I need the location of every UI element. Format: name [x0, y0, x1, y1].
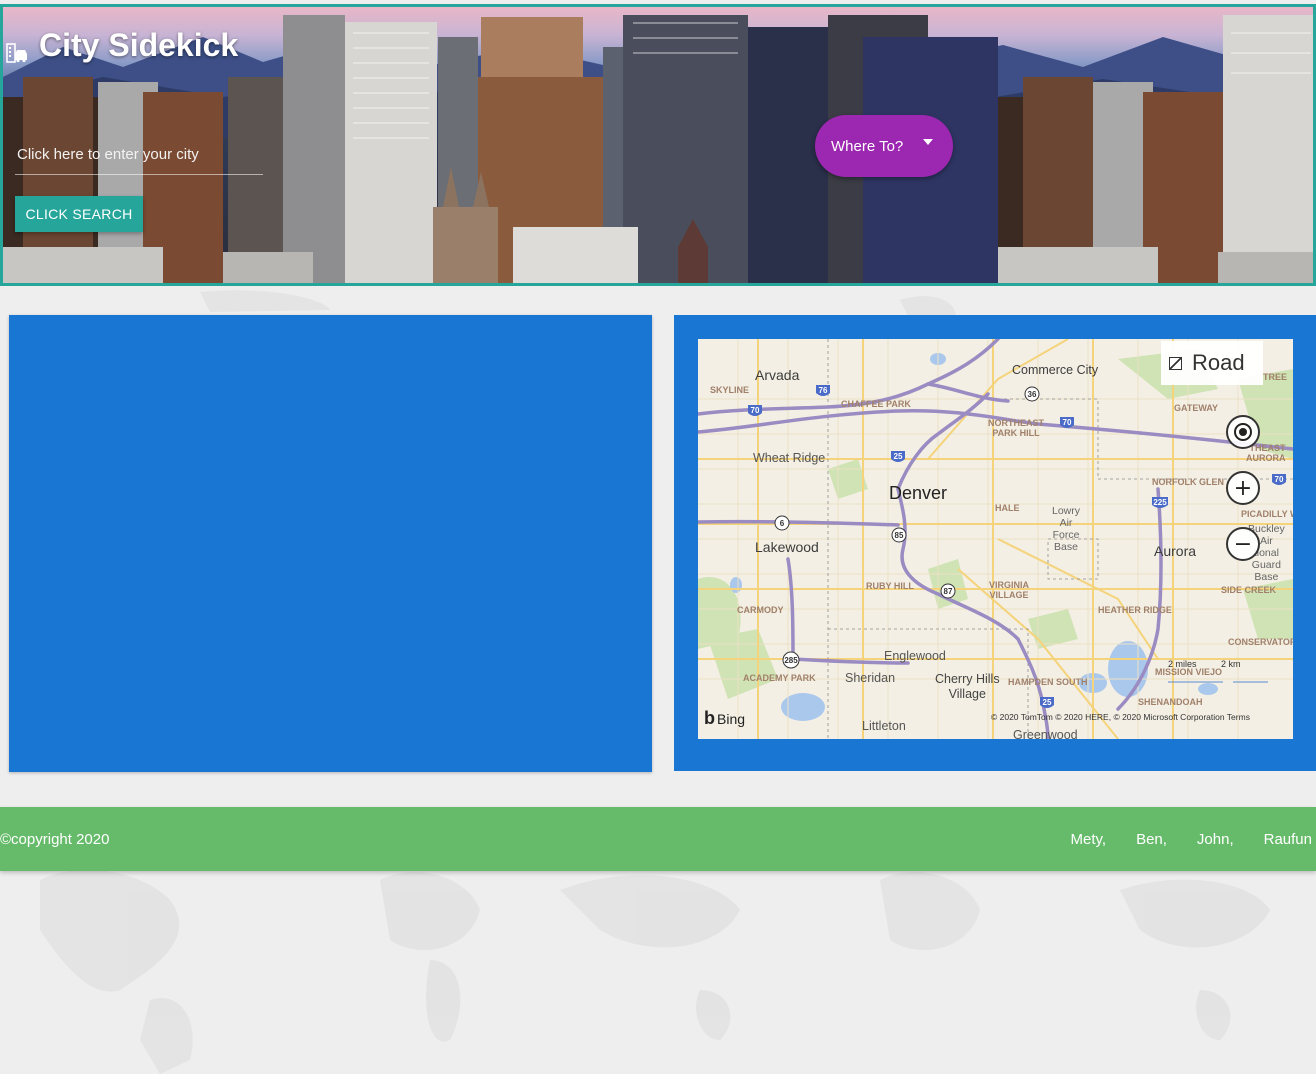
footer: ©copyright 2020 Mety, Ben, John, Raufun: [0, 807, 1316, 871]
zoom-out-icon: −: [1233, 531, 1253, 557]
svg-text:225: 225: [1153, 498, 1167, 507]
map-label-picadilly: PICADILLY W: [1241, 509, 1293, 519]
map-label-skyline: SKYLINE: [710, 385, 750, 395]
svg-text:36: 36: [1028, 390, 1037, 399]
map-label-gateway: GATEWAY: [1174, 403, 1219, 413]
scale-miles: 2 miles: [1168, 659, 1197, 669]
map-style-label: Road: [1192, 350, 1245, 375]
map-label-denver: Denver: [889, 483, 948, 503]
svg-text:76: 76: [819, 386, 828, 395]
map-label-lowry: Lowry Air Force Base: [1052, 505, 1081, 553]
svg-text:25: 25: [1043, 698, 1052, 707]
map-label-lakewood: Lakewood: [755, 539, 819, 555]
bing-label: Bing: [717, 710, 746, 727]
caret-down-icon: [923, 139, 934, 145]
map-label-englewood: Englewood: [884, 649, 946, 663]
map-style-icon: [1169, 356, 1182, 370]
map-label-carmody: CARMODY: [737, 605, 784, 615]
svg-text:70: 70: [751, 406, 760, 415]
map-label-hampden-south: HAMPDEN SOUTH: [1008, 677, 1088, 687]
map-label-shenandoah: SHENANDOAH: [1138, 697, 1203, 707]
car-building-icon: [5, 35, 29, 63]
map-label-sheridan: Sheridan: [845, 671, 896, 685]
zoom-out-button[interactable]: −: [1226, 527, 1260, 561]
map-label-littleton: Littleton: [862, 719, 906, 733]
map-label-academy-park: ACADEMY PARK: [743, 673, 816, 683]
map-label-virginia-village: VIRGINIA VILLAGE: [989, 580, 1030, 600]
brand[interactable]: City Sidekick: [5, 27, 238, 64]
author-links: Mety, Ben, John, Raufun: [1071, 831, 1316, 848]
svg-text:285: 285: [784, 656, 798, 665]
map-label-heather-ridge: HEATHER RIDGE: [1098, 605, 1172, 615]
svg-text:87: 87: [944, 587, 953, 596]
svg-text:6: 6: [780, 519, 785, 528]
search-button[interactable]: CLICK SEARCH: [15, 196, 143, 232]
map-label-arvada: Arvada: [755, 367, 800, 383]
app-title: City Sidekick: [39, 27, 239, 63]
map-label-greenwood: Greenwood: [1013, 728, 1078, 739]
where-to-dropdown[interactable]: Where To?: [815, 115, 953, 177]
bing-logo[interactable]: b Bing: [704, 708, 745, 729]
map-label-commerce-city: Commerce City: [1012, 363, 1099, 377]
svg-text:85: 85: [895, 531, 904, 540]
author-link[interactable]: Mety,: [1071, 831, 1107, 848]
map-label-cherry-hills: Cherry Hills Village: [935, 672, 1000, 701]
map-label-norfolk-glen: NORFOLK GLEN: [1152, 477, 1224, 487]
svg-text:25: 25: [894, 452, 903, 461]
author-link[interactable]: Ben,: [1136, 831, 1167, 848]
bing-map[interactable]: 76 70 36 70 25 70 225 6 85 87 285 25 Arv…: [698, 339, 1293, 739]
map-label-wheat-ridge: Wheat Ridge: [753, 451, 826, 465]
map-label-side-creek: SIDE CREEK: [1221, 585, 1277, 595]
copyright-text: ©copyright 2020: [0, 830, 110, 848]
author-link[interactable]: John,: [1197, 831, 1234, 848]
map-panel: 76 70 36 70 25 70 225 6 85 87 285 25 Arv…: [674, 315, 1316, 771]
map-label-chaffee-park: CHAFFEE PARK: [841, 399, 911, 409]
map-attribution: © 2020 TomTom © 2020 HERE, © 2020 Micros…: [991, 712, 1250, 722]
locate-icon: [1234, 423, 1252, 441]
map-label-conservatory: CONSERVATOR: [1228, 637, 1293, 647]
city-input[interactable]: [15, 135, 263, 175]
map-label-tree: TREE: [1263, 372, 1288, 382]
bing-icon: b: [704, 708, 715, 728]
author-link[interactable]: Raufun: [1264, 831, 1312, 848]
svg-text:70: 70: [1063, 418, 1072, 427]
where-to-label: Where To?: [831, 137, 904, 155]
hero-banner: City Sidekick CLICK SEARCH Where To?: [0, 4, 1316, 286]
zoom-in-button[interactable]: +: [1226, 471, 1260, 505]
scale-km: 2 km: [1221, 659, 1241, 669]
results-panel: [9, 315, 652, 772]
map-label-ruby-hill: RUBY HILL: [866, 581, 914, 591]
map-label-hale: HALE: [995, 503, 1020, 513]
map-label-aurora: Aurora: [1154, 543, 1197, 559]
map-style-button[interactable]: Road: [1161, 341, 1263, 385]
map-scale: 2 miles 2 km: [1168, 659, 1241, 669]
svg-text:70: 70: [1275, 475, 1284, 484]
locate-button[interactable]: [1226, 415, 1260, 449]
map-label-northeast-park-hill: NORTHEAST PARK HILL: [988, 418, 1044, 438]
zoom-in-icon: +: [1233, 475, 1253, 501]
